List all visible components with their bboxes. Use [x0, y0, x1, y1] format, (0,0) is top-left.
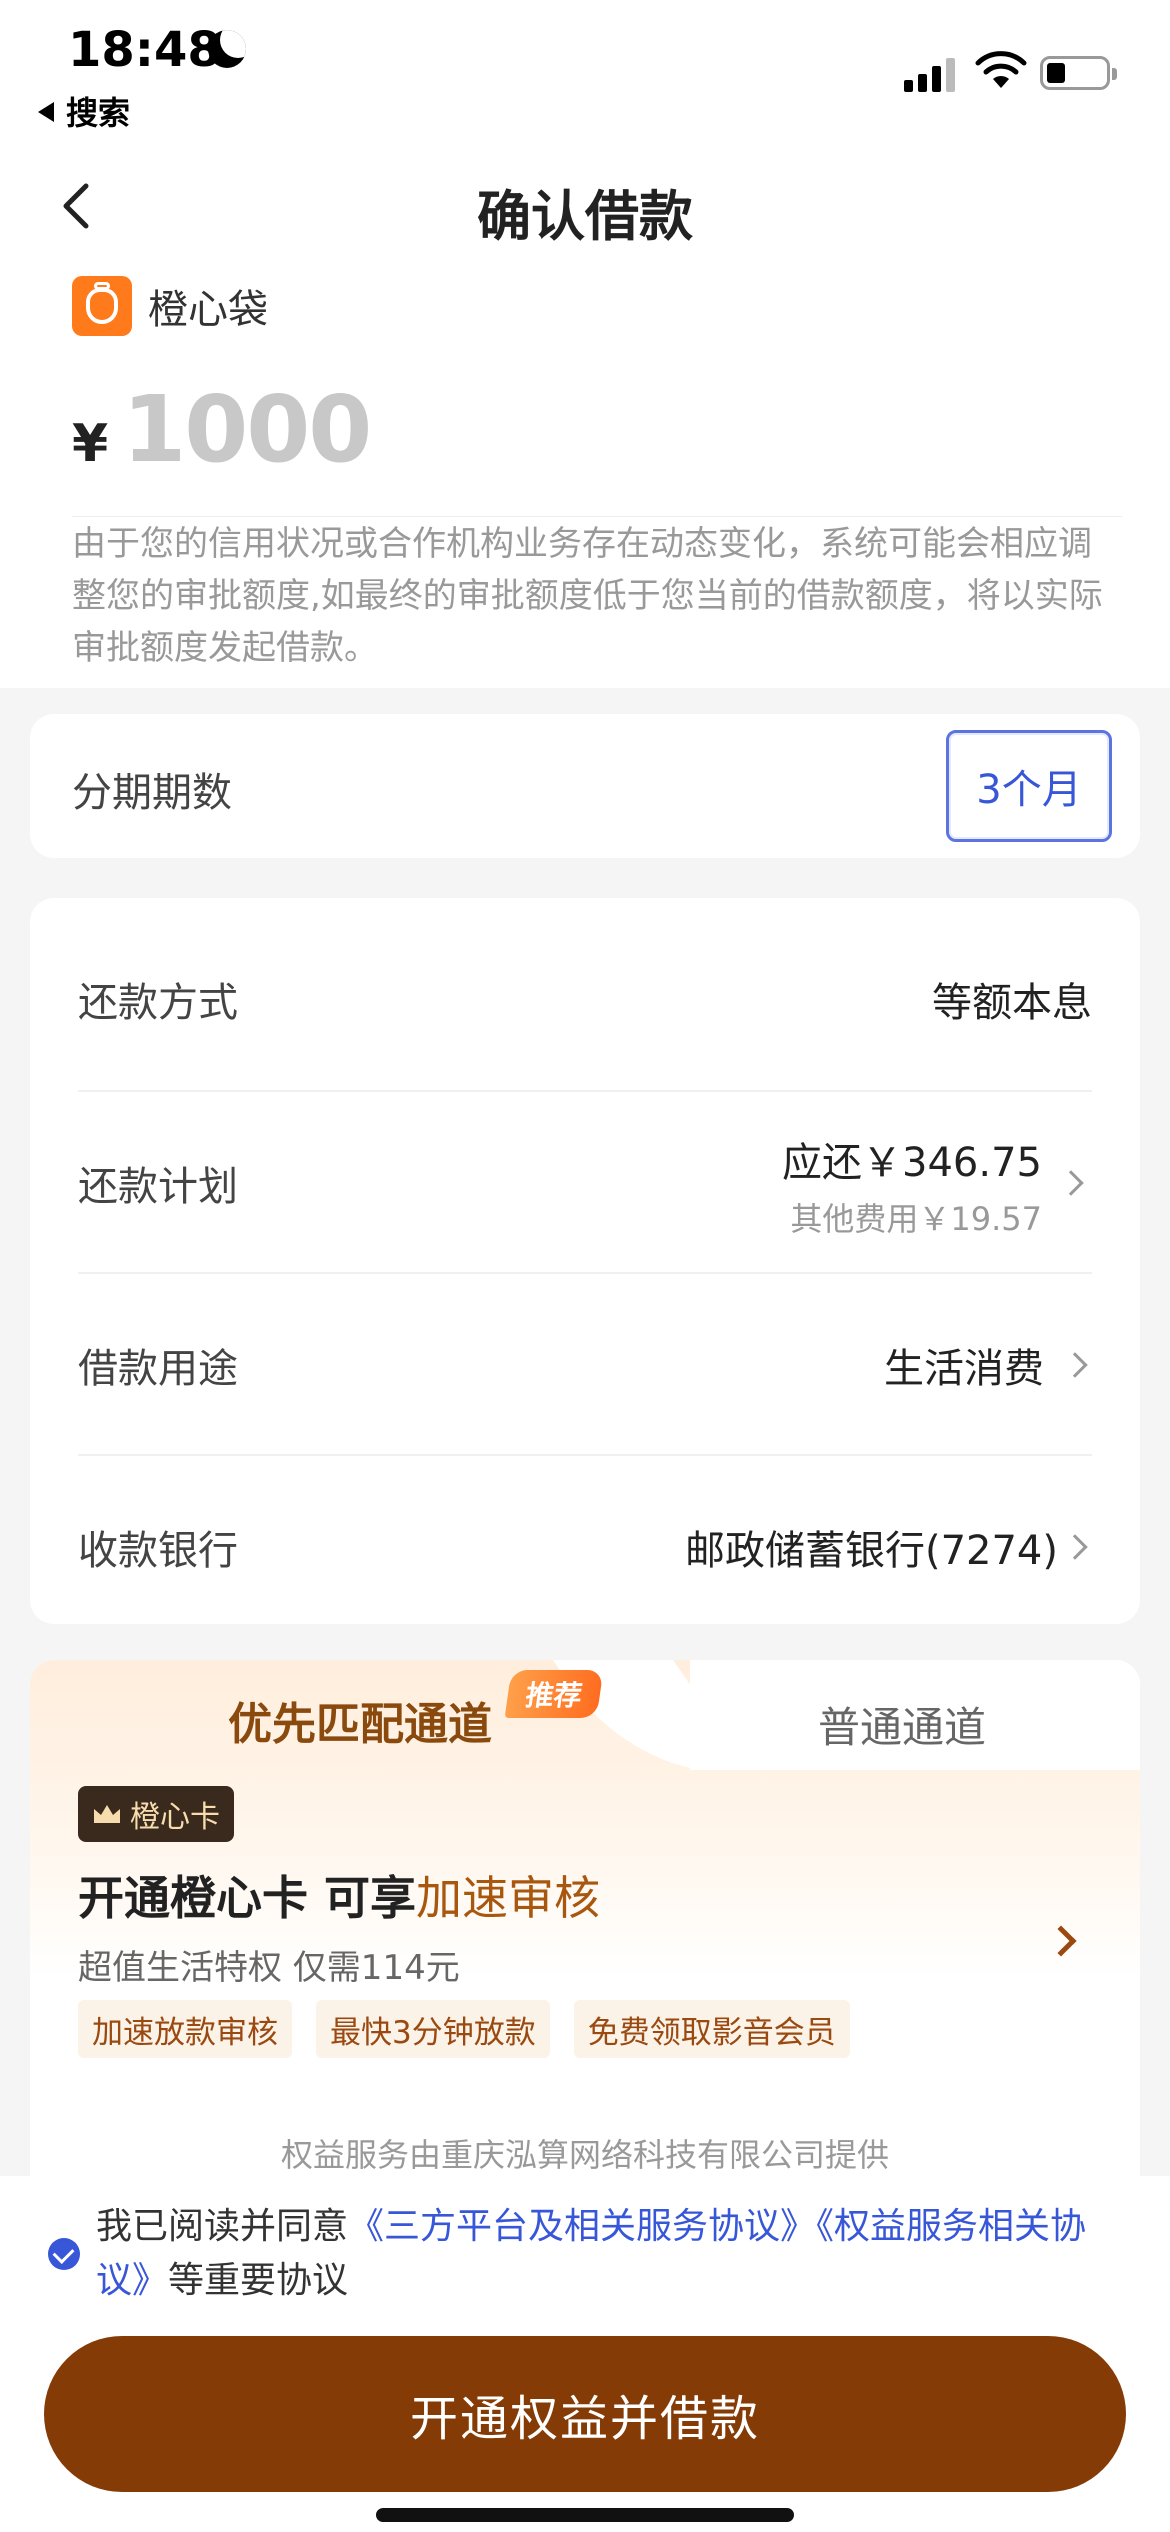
vip-title-main: 开通橙心卡 可享 [78, 1871, 417, 1925]
perk-tag: 免费领取影音会员 [573, 2000, 850, 2058]
orange-bag-logo-icon [72, 276, 132, 336]
back-to-app-button[interactable]: 搜索 [38, 88, 130, 134]
vip-title-highlight: 加速审核 [416, 1871, 601, 1925]
repay-plan-row[interactable]: 还款计划 应还￥346.75 其他费用￥19.57 [78, 1090, 1092, 1272]
term-option-3-months[interactable]: 3个月 [946, 730, 1112, 842]
vip-offer-title[interactable]: 开通橙心卡 可享加速审核 [78, 1862, 600, 1928]
loan-details-card: 还款方式 等额本息 还款计划 应还￥346.75 其他费用￥19.57 借款用途… [30, 898, 1140, 1624]
tab-normal-channel-label[interactable]: 普通通道 [818, 1694, 986, 1755]
other-fees: 其他费用￥19.57 [790, 1200, 1042, 1238]
purpose-label: 借款用途 [78, 1346, 238, 1392]
perk-tag: 加速放款审核 [78, 2000, 292, 2058]
purpose-row[interactable]: 借款用途 生活消费 [78, 1272, 1092, 1454]
purpose-value: 生活消费 [884, 1346, 1044, 1392]
page-title: 确认借款 [477, 185, 693, 248]
vip-tag-label: 橙心卡 [130, 1800, 220, 1835]
chevron-right-icon [1062, 1352, 1088, 1378]
cellular-signal-icon [904, 56, 958, 92]
installment-label: 分期期数 [72, 770, 232, 816]
agreement-text: 我已阅读并同意《三方平台及相关服务协议》《权益服务相关协议》等重要协议 [96, 2200, 1126, 2308]
installment-card: 分期期数 3个月 [30, 714, 1140, 858]
loan-amount[interactable]: ¥ 1000 [72, 376, 372, 483]
agreement-checkbox[interactable] [48, 2238, 80, 2270]
activate-and-borrow-button[interactable]: 开通权益并借款 [44, 2336, 1126, 2492]
platform-agreement-link[interactable]: 《三方平台及相关服务协议》 [348, 2206, 816, 2247]
back-app-label: 搜索 [66, 94, 131, 132]
battery-icon [1040, 56, 1117, 90]
repay-amount: 应还￥346.75 [782, 1140, 1042, 1186]
home-indicator[interactable] [376, 2508, 794, 2522]
status-time: 18:48 [68, 22, 221, 78]
bank-row[interactable]: 收款银行 邮政储蓄银行(7274) [78, 1454, 1092, 1636]
divider [72, 516, 1122, 517]
bottom-action-bar: 我已阅读并同意《三方平台及相关服务协议》《权益服务相关协议》等重要协议 开通权益… [0, 2176, 1170, 2532]
perk-tag: 最快3分钟放款 [316, 2000, 550, 2058]
agreement-prefix: 我已阅读并同意 [96, 2206, 349, 2247]
approval-notice: 由于您的信用状况或合作机构业务存在动态变化，系统可能会相应调整您的审批额度,如最… [72, 524, 1103, 668]
amount-value[interactable]: 1000 [122, 376, 372, 483]
vip-offer-subtitle: 超值生活特权 仅需114元 [78, 1948, 460, 1988]
purpose-value-wrap: 生活消费 [884, 1274, 1092, 1456]
bank-value: 邮政储蓄银行(7274) [684, 1528, 1058, 1574]
chevron-right-icon [1058, 1170, 1084, 1196]
vip-card-tag: 橙心卡 [78, 1786, 234, 1842]
repay-plan-label: 还款计划 [78, 1164, 238, 1210]
tab-priority-channel[interactable]: 优先匹配通道 [228, 1688, 492, 1752]
wifi-icon [975, 51, 1027, 88]
currency-symbol: ¥ [72, 414, 109, 474]
back-triangle-icon [38, 102, 54, 122]
service-provider-note: 权益服务由重庆泓算网络科技有限公司提供 [280, 2136, 889, 2174]
repay-method-row: 还款方式 等额本息 [78, 908, 1092, 1090]
channel-card: 优先匹配通道 推荐 普通通道 橙心卡 开通橙心卡 可享加速审核 超值生活特权 仅… [30, 1660, 1140, 2220]
repay-method-value: 等额本息 [932, 980, 1092, 1026]
chevron-right-icon [1062, 1534, 1088, 1560]
lender-brand: 橙心袋 [72, 276, 268, 336]
repay-plan-value: 应还￥346.75 其他费用￥19.57 [782, 1130, 1042, 1240]
bank-value-wrap: 邮政储蓄银行(7274) [685, 1456, 1092, 1638]
brand-name: 橙心袋 [148, 287, 268, 333]
perk-list: 加速放款审核 最快3分钟放款 免费领取影音会员 [78, 2000, 874, 2058]
agreement-suffix: 等重要协议 [168, 2260, 349, 2301]
bank-label: 收款银行 [78, 1528, 238, 1574]
crown-icon [94, 1805, 120, 1823]
recommend-badge: 推荐 [504, 1670, 604, 1718]
repay-method-label: 还款方式 [78, 980, 238, 1026]
moon-icon [208, 30, 246, 68]
